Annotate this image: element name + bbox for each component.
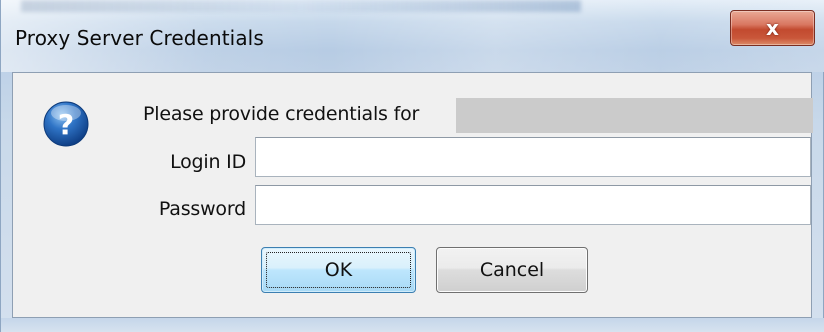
close-button[interactable]: x	[730, 10, 815, 46]
credentials-prompt: Please provide credentials for	[143, 103, 420, 125]
dialog-body: ? Please provide credentials for Login I…	[12, 72, 813, 318]
dialog-window: Proxy Server Credentials x ? Please prov…	[0, 0, 824, 332]
cancel-button[interactable]: Cancel	[436, 247, 588, 293]
login-id-label: Login ID	[170, 151, 246, 173]
window-bottom-border	[1, 318, 824, 332]
cancel-button-label: Cancel	[479, 259, 545, 281]
title-bar[interactable]: Proxy Server Credentials x	[1, 0, 824, 72]
ok-button-label: OK	[324, 259, 353, 281]
login-id-input[interactable]	[255, 137, 811, 177]
ok-button[interactable]: OK	[261, 247, 416, 293]
question-icon: ?	[43, 101, 89, 147]
svg-text:?: ?	[58, 108, 74, 141]
password-label: Password	[158, 198, 246, 220]
window-title: Proxy Server Credentials	[15, 26, 264, 50]
password-input[interactable]	[255, 185, 811, 225]
redacted-host	[456, 98, 813, 133]
close-icon: x	[766, 16, 779, 40]
